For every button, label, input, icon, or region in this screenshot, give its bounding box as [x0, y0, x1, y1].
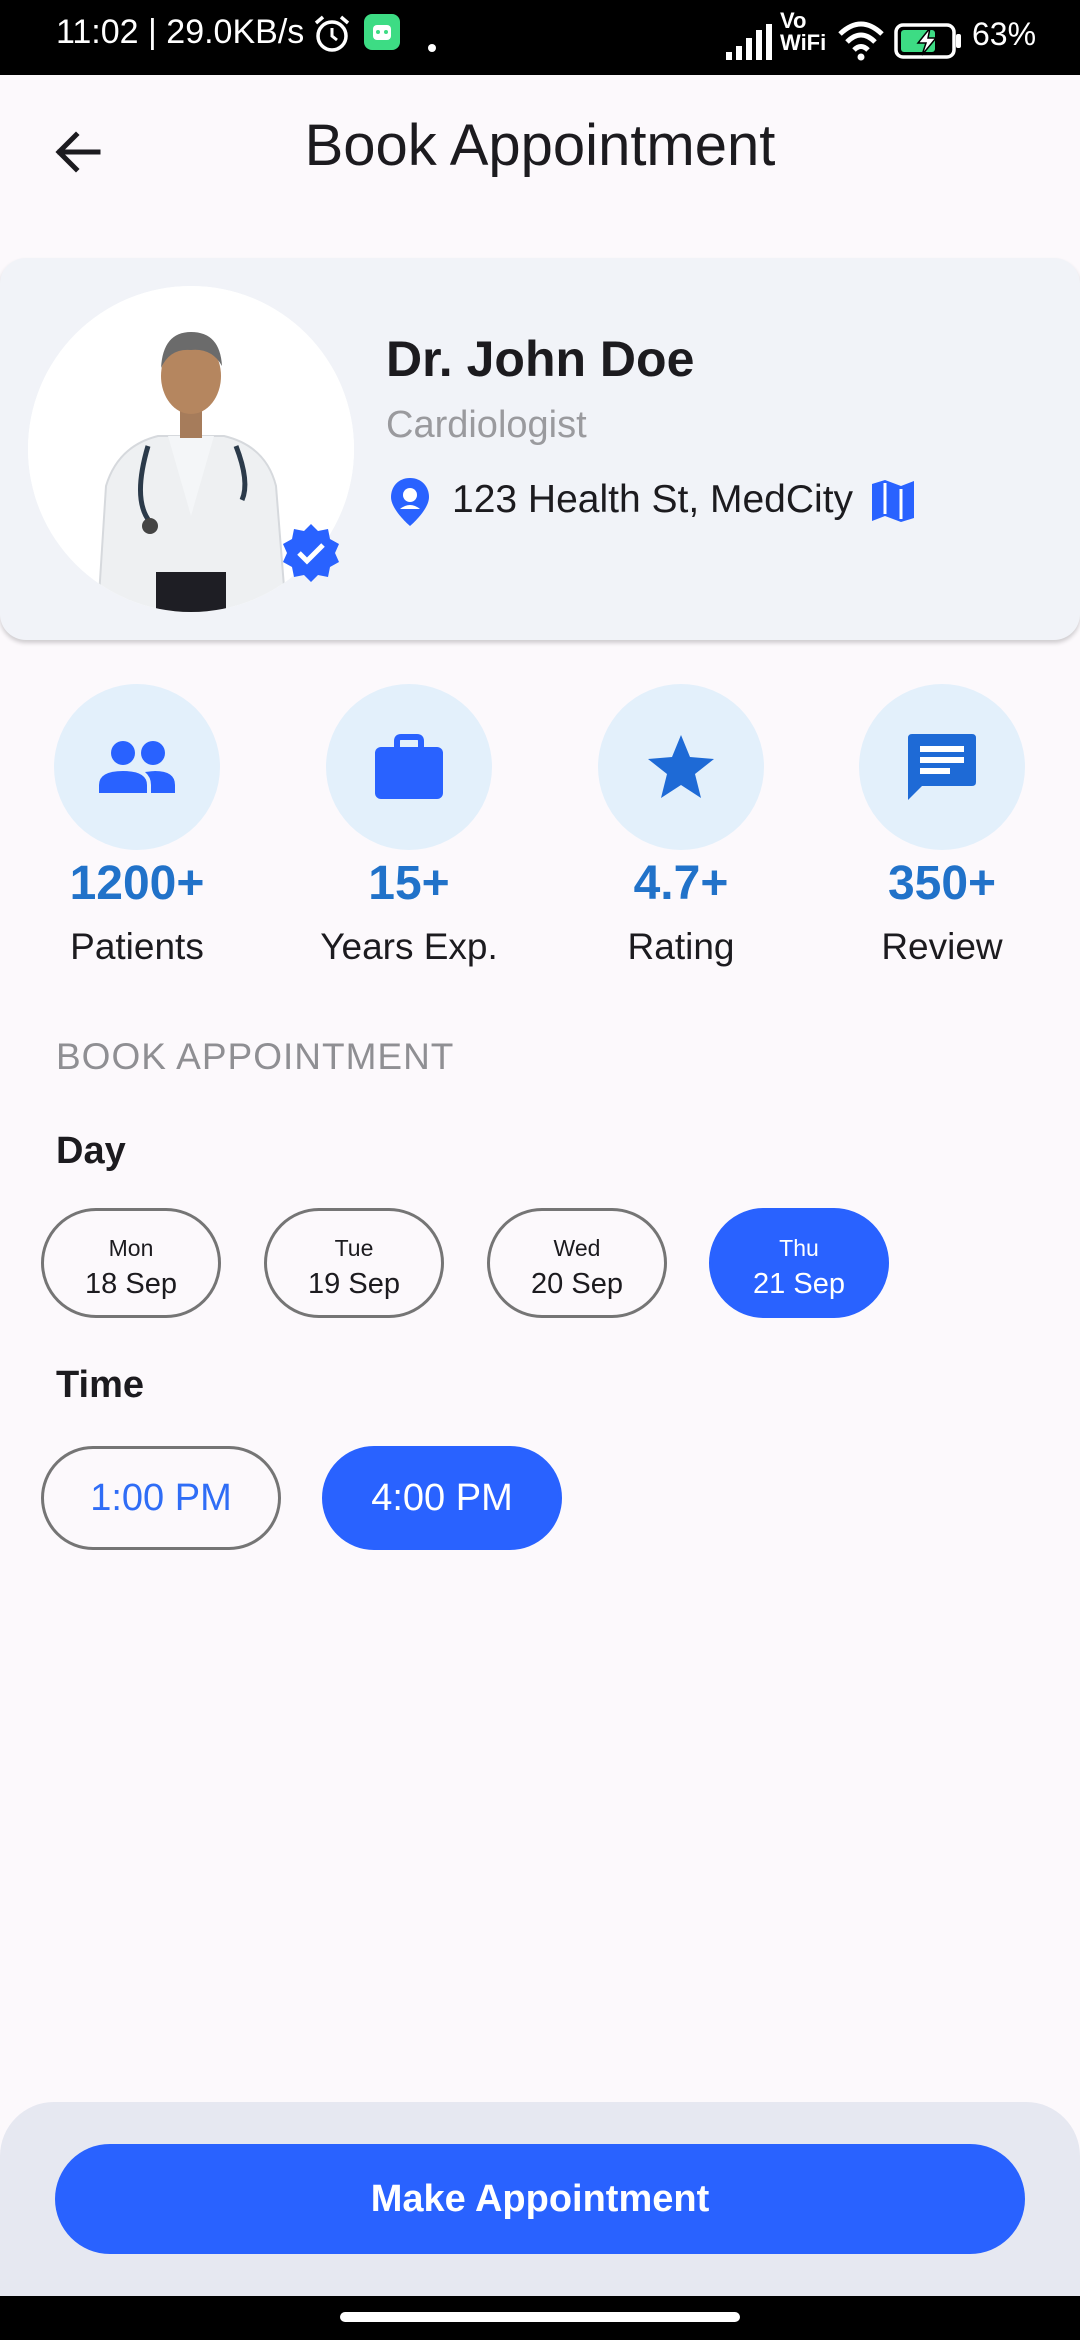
stat-value: 350+ — [887, 857, 997, 910]
section-title: BOOK APPOINTMENT — [56, 1036, 455, 1077]
stat-value: 15+ — [368, 857, 450, 910]
home-indicator[interactable] — [340, 2312, 740, 2322]
location-pin-icon — [391, 478, 429, 526]
day-chip-mon[interactable]: Mon 18 Sep — [41, 1208, 221, 1318]
time-chip-4pm[interactable]: 4:00 PM — [322, 1446, 562, 1550]
day-date: 21 Sep — [753, 1268, 845, 1300]
doctor-name: Dr. John Doe — [386, 331, 695, 387]
make-appointment-button[interactable]: Make Appointment — [55, 2144, 1025, 2254]
day-name: Tue — [334, 1235, 374, 1261]
day-name: Wed — [553, 1235, 601, 1261]
day-chip-tue[interactable]: Tue 19 Sep — [264, 1208, 444, 1318]
page-title: Book Appointment — [304, 113, 776, 178]
day-date: 18 Sep — [85, 1268, 177, 1300]
briefcase-icon — [326, 684, 492, 850]
stat-label: Patients — [70, 926, 204, 967]
star-icon — [598, 684, 764, 850]
battery-charging-icon — [894, 23, 961, 59]
doctor-specialty: Cardiologist — [386, 404, 587, 446]
battery-percentage: 63% — [972, 16, 1037, 52]
day-date: 19 Sep — [308, 1268, 400, 1300]
day-date: 20 Sep — [531, 1268, 623, 1300]
day-label: Day — [56, 1130, 126, 1172]
verified-badge-icon — [283, 524, 339, 582]
wifi-icon — [838, 21, 884, 61]
time-label: Time — [56, 1364, 145, 1406]
stat-label: Rating — [627, 926, 735, 967]
alarm-icon — [314, 15, 350, 52]
vowifi-indicator: Vo WiFi — [780, 8, 827, 55]
day-chip-thu[interactable]: Thu 21 Sep — [709, 1208, 889, 1318]
status-time-speed: 11:02 | 29.0KB/s — [56, 13, 305, 51]
stat-value: 4.7+ — [633, 857, 729, 910]
day-name: Mon — [108, 1235, 154, 1261]
signal-icon — [726, 24, 772, 60]
notification-dot — [428, 44, 436, 52]
doctor-address: 123 Health St, MedCity — [452, 478, 854, 521]
stat-label: Years Exp. — [320, 926, 498, 967]
stat-value: 1200+ — [69, 857, 205, 910]
stat-label: Review — [881, 926, 1003, 967]
chat-icon — [859, 684, 1025, 850]
time-chip-1pm[interactable]: 1:00 PM — [41, 1446, 281, 1550]
people-icon — [54, 684, 220, 850]
day-name: Thu — [779, 1235, 819, 1261]
day-chip-wed[interactable]: Wed 20 Sep — [487, 1208, 667, 1318]
map-icon[interactable] — [870, 478, 916, 524]
app-notification-icon — [364, 14, 400, 50]
